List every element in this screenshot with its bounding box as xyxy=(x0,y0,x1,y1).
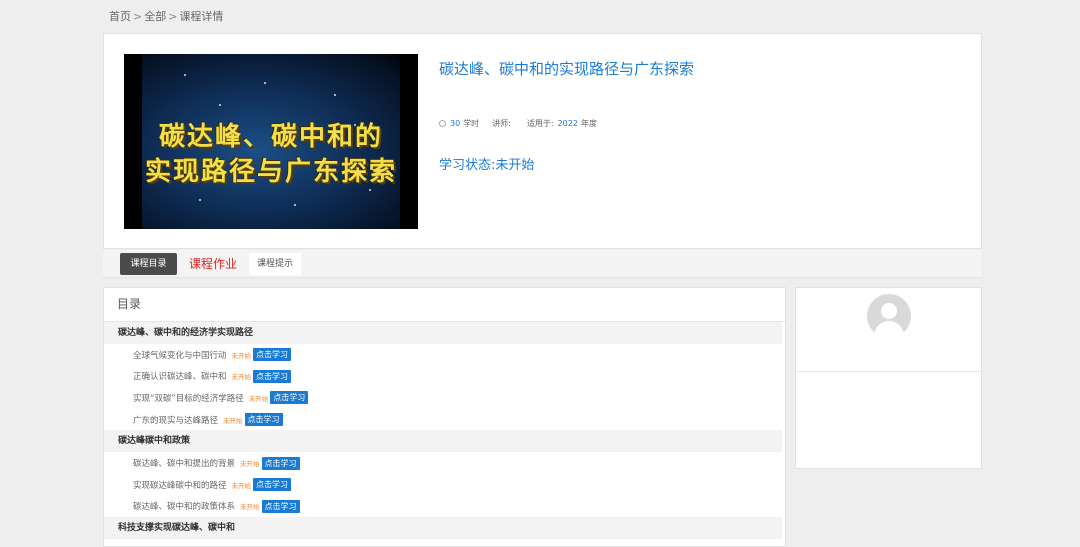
lesson-item: 正确认识碳达峰、碳中和 未开始 点击学习 xyxy=(104,366,785,388)
chapter-title: 科技支撑实现碳达峰、碳中和 xyxy=(104,517,782,540)
lesson-title[interactable]: 广东的现实与达峰路径 xyxy=(133,414,218,426)
lesson-item: 碳达峰、碳中和提出的背景 未开始 点击学习 xyxy=(104,452,785,474)
year-unit: 年度 xyxy=(580,119,597,128)
lesson-status: 未开始 xyxy=(248,394,269,403)
chapter-title: 碳达峰、碳中和的经济学实现路径 xyxy=(104,322,782,344)
applicable-year: 2022 xyxy=(557,119,578,128)
study-button[interactable]: 点击学习 xyxy=(261,456,300,470)
lesson-status: 未开始 xyxy=(240,460,260,469)
breadcrumb-home-link[interactable]: 首页 xyxy=(109,10,131,23)
study-status: 学习状态:未开始 xyxy=(439,158,535,173)
course-tabs: 课程目录 课程作业 课程提示 xyxy=(103,250,982,278)
tab-course-homework[interactable]: 课程作业 xyxy=(181,253,245,275)
lesson-item: 全球气候变化与中国行动 未开始 点击学习 xyxy=(104,344,785,366)
lesson-title[interactable]: 碳达峰、碳中和的政策体系 xyxy=(133,500,235,512)
study-button[interactable]: 点击学习 xyxy=(253,348,292,362)
applicable-label: 适用于: xyxy=(526,119,554,128)
avatar xyxy=(867,294,911,338)
lesson-title[interactable]: 实现碳达峰碳中和的路径 xyxy=(133,479,227,491)
breadcrumb-separator: > xyxy=(168,10,178,23)
lesson-status: 未开始 xyxy=(223,416,243,425)
study-button[interactable]: 点击学习 xyxy=(270,391,309,405)
lecturer-label: 讲师: xyxy=(492,119,511,128)
study-button[interactable]: 点击学习 xyxy=(253,478,292,492)
side-divider xyxy=(796,371,981,372)
lesson-title[interactable]: 实现“双碳”目标的经济学路径 xyxy=(133,392,244,404)
lesson-item: 广东的现实与达峰路径 未开始 点击学习 xyxy=(104,409,785,431)
breadcrumb-separator: > xyxy=(133,10,143,23)
breadcrumb-all-link[interactable]: 全部 xyxy=(144,10,166,23)
catalog-title: 目录 xyxy=(104,288,785,322)
course-info-card: 碳达峰、碳中和的 实现路径与广东探索 碳达峰、碳中和的实现路径与广东探索 30 … xyxy=(103,33,982,249)
breadcrumb: 首页 > 全部 > 课程详情 xyxy=(109,8,223,24)
lesson-status: 未开始 xyxy=(231,373,252,382)
lesson-item: 碳达峰、碳中和的政策体系 未开始 点击学习 xyxy=(104,496,785,518)
tab-course-tips[interactable]: 课程提示 xyxy=(249,253,302,275)
course-cover-image[interactable]: 碳达峰、碳中和的 实现路径与广东探索 xyxy=(124,54,418,229)
user-icon xyxy=(881,303,897,319)
lesson-title[interactable]: 全球气候变化与中国行动 xyxy=(133,349,227,361)
course-title: 碳达峰、碳中和的实现路径与广东探索 xyxy=(439,60,695,78)
course-hours-unit: 学时 xyxy=(463,119,480,128)
tab-course-catalog[interactable]: 课程目录 xyxy=(120,253,177,275)
lesson-status: 未开始 xyxy=(231,481,252,490)
lesson-status: 未开始 xyxy=(240,503,260,512)
breadcrumb-current: 课程详情 xyxy=(179,10,224,23)
study-button[interactable]: 点击学习 xyxy=(261,499,300,513)
chapter-title: 碳达峰碳中和政策 xyxy=(104,430,782,453)
clock-icon xyxy=(439,120,446,127)
study-button[interactable]: 点击学习 xyxy=(253,369,292,383)
lesson-title[interactable]: 碳达峰、碳中和提出的背景 xyxy=(133,457,235,469)
lesson-item: 实现碳达峰碳中和的路径 未开始 点击学习 xyxy=(104,474,785,496)
cover-title-line2: 实现路径与广东探索 xyxy=(144,157,397,187)
lesson-item: 实现“双碳”目标的经济学路径 未开始 点击学习 xyxy=(104,387,785,409)
study-button[interactable]: 点击学习 xyxy=(244,413,283,427)
lesson-title[interactable]: 正确认识碳达峰、碳中和 xyxy=(133,370,227,382)
lesson-status: 未开始 xyxy=(231,351,252,360)
cover-title-line1: 碳达峰、碳中和的 xyxy=(158,122,383,152)
catalog-panel: 目录 碳达峰、碳中和的经济学实现路径 全球气候变化与中国行动 未开始 点击学习 … xyxy=(103,287,786,547)
user-side-card xyxy=(795,287,982,469)
course-meta: 30 学时 讲师: 适用于: 2022 年度 xyxy=(439,118,597,129)
course-hours: 30 xyxy=(450,119,461,128)
